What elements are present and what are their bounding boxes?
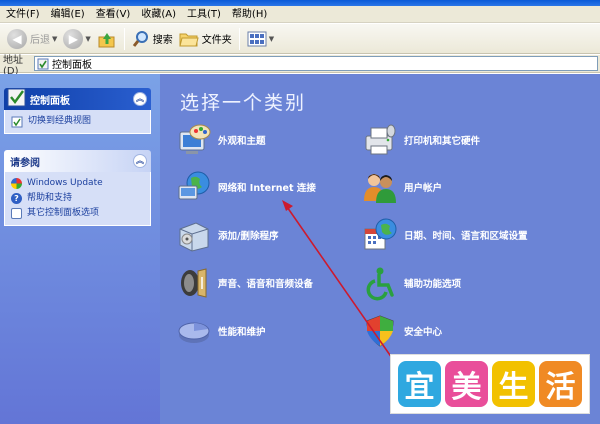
see-also-title: 请参阅 xyxy=(10,157,40,169)
search-label: 搜索 xyxy=(152,35,173,46)
watermark-char: 宜 xyxy=(398,361,441,407)
menu-help[interactable]: 帮助(H) xyxy=(228,6,274,23)
menu-favorites[interactable]: 收藏(A) xyxy=(137,6,183,23)
control-panel-taskbox-body: 切换到经典视图 xyxy=(4,110,151,134)
menu-edit[interactable]: 编辑(E) xyxy=(47,6,92,23)
category-user-accounts[interactable]: 用户帐户 xyxy=(362,169,442,205)
forward-arrow-icon: ▶ xyxy=(63,28,84,49)
help-icon: ? xyxy=(11,193,22,204)
control-panel-icon xyxy=(7,88,26,107)
views-dropdown-icon: ▼ xyxy=(268,34,275,43)
views-grid-icon xyxy=(247,31,267,46)
category-label: 声音、语音和音频设备 xyxy=(218,279,314,290)
network-globe-icon xyxy=(178,171,210,200)
menu-file[interactable]: 文件(F) xyxy=(2,6,47,23)
address-bar: 地址(D) 控制面板 xyxy=(0,55,600,77)
windows-update-icon xyxy=(11,178,22,189)
collapse-chevron-icon[interactable]: ︽ xyxy=(133,92,147,106)
watermark-char: 活 xyxy=(539,361,582,407)
user-accounts-icon xyxy=(364,174,396,203)
category-sound-speech-audio[interactable]: 声音、语音和音频设备 xyxy=(176,265,313,301)
watermark-char: 生 xyxy=(492,361,535,407)
category-performance-maintenance[interactable]: 性能和维护 xyxy=(176,313,266,349)
address-input[interactable]: 控制面板 xyxy=(34,56,598,71)
category-printers-hardware[interactable]: 打印机和其它硬件 xyxy=(362,122,480,158)
windows-update-label: Windows Update xyxy=(27,178,103,188)
security-shield-icon xyxy=(366,315,394,347)
up-folder-button[interactable] xyxy=(94,27,120,51)
category-label: 日期、时间、语言和区域设置 xyxy=(404,231,528,242)
toolbar: ◀ 后退 ▼ ▶ ▼ 搜索 文件夹 ▼ xyxy=(0,24,600,54)
add-remove-programs-icon xyxy=(179,222,209,252)
menu-tools[interactable]: 工具(T) xyxy=(183,6,228,23)
control-panel-taskbox: 控制面板 ︽ 切换到经典视图 xyxy=(4,88,151,134)
back-dropdown-icon: ▼ xyxy=(52,34,58,43)
folders-button[interactable]: 文件夹 xyxy=(176,27,235,51)
menu-view[interactable]: 查看(V) xyxy=(92,6,138,23)
other-options-link[interactable]: 其它控制面板选项 xyxy=(11,206,144,221)
category-label: 性能和维护 xyxy=(218,327,266,338)
category-label: 打印机和其它硬件 xyxy=(404,136,481,147)
category-date-time-language[interactable]: 日期、时间、语言和区域设置 xyxy=(362,217,528,253)
category-label: 添加/删除程序 xyxy=(218,231,279,242)
classic-view-icon xyxy=(11,116,23,127)
address-label: 地址(D) xyxy=(3,54,23,77)
watermark-char: 美 xyxy=(445,361,488,407)
back-button[interactable]: ◀ 后退 ▼ xyxy=(4,27,60,51)
forward-dropdown-icon: ▼ xyxy=(85,34,91,43)
address-value: 控制面板 xyxy=(52,60,92,71)
folders-label: 文件夹 xyxy=(201,35,232,46)
search-icon xyxy=(132,30,148,47)
forward-button[interactable]: ▶ ▼ xyxy=(60,27,93,51)
windows-update-link[interactable]: Windows Update xyxy=(11,176,144,191)
page-title: 选择一个类别 xyxy=(180,92,307,114)
other-options-icon xyxy=(11,208,22,219)
switch-classic-view-label: 切换到经典视图 xyxy=(28,116,92,126)
category-label: 网络和 Internet 连接 xyxy=(218,183,316,194)
control-panel-title: 控制面板 xyxy=(30,95,70,107)
search-button[interactable]: 搜索 xyxy=(129,27,176,51)
category-label: 安全中心 xyxy=(404,327,443,338)
back-arrow-icon: ◀ xyxy=(7,28,27,49)
see-also-taskbox-header[interactable]: 请参阅 ︽ xyxy=(4,150,151,172)
category-accessibility-options[interactable]: 辅助功能选项 xyxy=(362,265,461,301)
other-options-label: 其它控制面板选项 xyxy=(27,208,100,218)
appearance-themes-icon xyxy=(179,124,211,154)
category-network-internet[interactable]: 网络和 Internet 连接 xyxy=(176,169,316,205)
collapse-chevron-icon[interactable]: ︽ xyxy=(133,154,147,168)
category-label: 外观和主题 xyxy=(218,136,266,147)
folders-icon xyxy=(179,33,199,46)
watermark-logo: 宜 美 生 活 xyxy=(390,354,590,414)
performance-pie-icon xyxy=(178,322,210,343)
help-support-label: 帮助和支持 xyxy=(27,193,73,203)
toolbar-separator xyxy=(123,27,125,50)
category-appearance-themes[interactable]: 外观和主题 xyxy=(176,122,266,158)
category-label: 用户帐户 xyxy=(404,183,443,194)
switch-classic-view-link[interactable]: 切换到经典视图 xyxy=(11,114,144,129)
sound-speaker-icon xyxy=(181,268,207,298)
control-panel-small-icon xyxy=(37,58,49,69)
category-label: 辅助功能选项 xyxy=(404,279,462,290)
menu-bar: 文件(F) 编辑(E) 查看(V) 收藏(A) 工具(T) 帮助(H) xyxy=(0,6,600,23)
category-security-center[interactable]: 安全中心 xyxy=(362,313,442,349)
views-button[interactable]: ▼ xyxy=(244,27,277,51)
category-add-remove-programs[interactable]: 添加/删除程序 xyxy=(176,217,278,253)
task-pane: 控制面板 ︽ 切换到经典视图 请参阅 ︽ Windows Update ? 帮助… xyxy=(0,74,160,424)
up-folder-icon xyxy=(98,32,115,47)
see-also-taskbox-body: Windows Update ? 帮助和支持 其它控制面板选项 xyxy=(4,172,151,226)
date-time-globe-icon xyxy=(364,218,397,250)
see-also-taskbox: 请参阅 ︽ Windows Update ? 帮助和支持 其它控制面板选项 xyxy=(4,150,151,226)
back-label: 后退 xyxy=(30,35,50,46)
printer-hardware-icon xyxy=(365,124,396,155)
accessibility-wheelchair-icon xyxy=(366,267,394,301)
control-panel-taskbox-header[interactable]: 控制面板 ︽ xyxy=(4,88,151,110)
toolbar-separator xyxy=(238,27,240,50)
help-support-link[interactable]: ? 帮助和支持 xyxy=(11,191,144,206)
